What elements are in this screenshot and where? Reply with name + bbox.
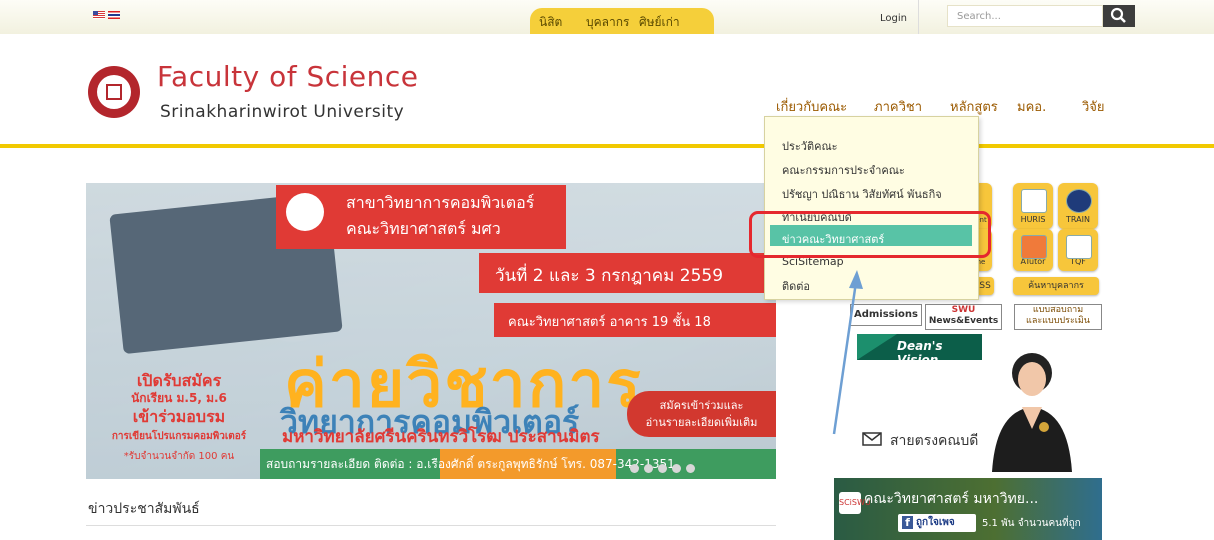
- dean-mail-link[interactable]: สายตรงคณบดี: [862, 430, 978, 452]
- banner-place-box: คณะวิทยาศาสตร์ อาคาร 19 ชั้น 18: [494, 303, 776, 337]
- banner-apply-button[interactable]: สมัครเข้าร่วมและ อ่านรายละเอียดเพิ่มเติม: [627, 391, 776, 437]
- fb-page-title[interactable]: คณะวิทยาศาสตร์ มหาวิทย...: [864, 488, 1038, 510]
- thai-flag-icon[interactable]: [108, 11, 120, 19]
- slider-dots[interactable]: [630, 458, 700, 477]
- university-name: Srinakharinwirot University: [160, 102, 405, 122]
- staff-search-button[interactable]: ค้นหาบุคลากร: [1013, 277, 1099, 295]
- slide-dot[interactable]: [630, 464, 639, 473]
- hero-banner[interactable]: สาขาวิทยาการคอมพิวเตอร์ คณะวิทยาศาสตร์ ม…: [86, 183, 776, 479]
- nav-research[interactable]: วิจัย: [1082, 96, 1105, 117]
- english-flag-icon[interactable]: [93, 11, 105, 19]
- tab-students[interactable]: นิสิต: [539, 13, 562, 32]
- nav-programs[interactable]: หลักสูตร: [950, 96, 998, 117]
- survey-line-1: แบบสอบถาม: [1032, 305, 1084, 315]
- nav-about[interactable]: เกี่ยวกับคณะ: [776, 96, 847, 117]
- apply-line-1: สมัครเข้าร่วมและ: [659, 399, 744, 412]
- swu-logo-text: SWU: [951, 305, 976, 315]
- menu-item-mission[interactable]: ปรัชญา ปณิธาน วิสัยทัศน์ พันธกิจ: [782, 185, 942, 203]
- university-seal-logo[interactable]: [88, 66, 140, 118]
- news-section-title: ข่าวประชาสัมพันธ์: [88, 501, 200, 517]
- news-events-label: News&Events: [928, 316, 999, 326]
- divider: [918, 0, 919, 34]
- survey-link[interactable]: แบบสอบถาม และแบบประเมิน: [1014, 304, 1102, 330]
- banner-contact-text: สอบถามรายละเอียด ติดต่อ : อ.เรืองศักดิ์ …: [266, 457, 675, 471]
- tqf-tile[interactable]: TQF: [1058, 229, 1098, 271]
- news-divider: [86, 525, 776, 526]
- login-link[interactable]: Login: [880, 13, 907, 24]
- slide-dot[interactable]: [658, 464, 667, 473]
- menu-item-contact[interactable]: ติดต่อ: [782, 277, 810, 295]
- train-label: TRAIN: [1066, 215, 1090, 224]
- nav-tqf[interactable]: มคอ.: [1017, 96, 1046, 117]
- search-input[interactable]: Search...: [947, 5, 1103, 27]
- search-button[interactable]: [1103, 5, 1135, 27]
- banner-join: เข้าร่วมอบรม: [132, 407, 226, 426]
- dean-vision-banner[interactable]: Dean's Vision: [857, 334, 982, 367]
- tab-alumni[interactable]: ศิษย์เก่า: [639, 13, 680, 32]
- search-icon: [1110, 7, 1126, 23]
- about-dropdown-menu: ประวัติคณะ คณะกรรมการประจำคณะ ปรัชญา ปณิ…: [764, 116, 979, 300]
- staff-search-label: ค้นหาบุคลากร: [1028, 281, 1084, 291]
- train-tile[interactable]: TRAIN: [1058, 183, 1098, 229]
- swu-news-link[interactable]: SWU News&Events: [925, 304, 1002, 330]
- banner-faculty: คณะวิทยาศาสตร์ มศว: [346, 219, 501, 238]
- dean-mail-label: สายตรงคณบดี: [890, 433, 979, 449]
- sciswu-logo: SCiSWU: [839, 492, 871, 514]
- banner-university: มหาวิทยาลัยศรีนครินทรวิโรฒ ประสานมิตร: [282, 427, 600, 447]
- menu-item-board[interactable]: คณะกรรมการประจำคณะ: [782, 161, 905, 179]
- banner-place: คณะวิทยาศาสตร์ อาคาร 19 ชั้น 18: [508, 315, 711, 330]
- slide-dot[interactable]: [644, 464, 653, 473]
- tab-staff[interactable]: บุคลากร: [586, 13, 629, 32]
- banner-date-box: วันที่ 2 และ 3 กรกฎาคม 2559: [479, 253, 775, 293]
- slide-dot[interactable]: [672, 464, 681, 473]
- apply-line-2: อ่านรายละเอียดเพิ่มเติม: [645, 416, 758, 429]
- slide-dot[interactable]: [686, 464, 695, 473]
- banner-course: การเขียนโปรแกรมคอมพิวเตอร์: [111, 431, 247, 442]
- banner-limit: *รับจำนวนจำกัด 100 คน: [123, 451, 235, 462]
- dean-portrait: [992, 353, 1072, 472]
- annotation-arrow: [832, 270, 863, 435]
- annotation-highlight-box: [749, 211, 991, 258]
- huris-label: HURIS: [1020, 215, 1046, 224]
- fb-like-button[interactable]: ถูกใจเพจ: [898, 514, 976, 532]
- banner-title-box: สาขาวิทยาการคอมพิวเตอร์ คณะวิทยาศาสตร์ ม…: [276, 185, 566, 249]
- atutor-tile[interactable]: ATutor: [1013, 229, 1053, 271]
- banner-dept: สาขาวิทยาการคอมพิวเตอร์: [346, 193, 535, 212]
- menu-item-history[interactable]: ประวัติคณะ: [782, 137, 838, 155]
- huris-tile[interactable]: HURIS: [1013, 183, 1053, 229]
- faculty-title[interactable]: Faculty of Science: [157, 60, 419, 93]
- fb-like-count: 5.1 พัน จำนวนคนที่ถูก: [982, 518, 1081, 529]
- header-divider: [0, 144, 1214, 148]
- dean-vision-label: Dean's Vision: [897, 339, 943, 367]
- facebook-page-widget[interactable]: SCiSWU คณะวิทยาศาสตร์ มหาวิทย... ถูกใจเพ…: [834, 478, 1102, 540]
- banner-date: วันที่ 2 และ 3 กรกฎาคม 2559: [495, 266, 724, 286]
- survey-line-2: และแบบประเมิน: [1026, 316, 1090, 326]
- nav-departments[interactable]: ภาควิชา: [874, 96, 922, 117]
